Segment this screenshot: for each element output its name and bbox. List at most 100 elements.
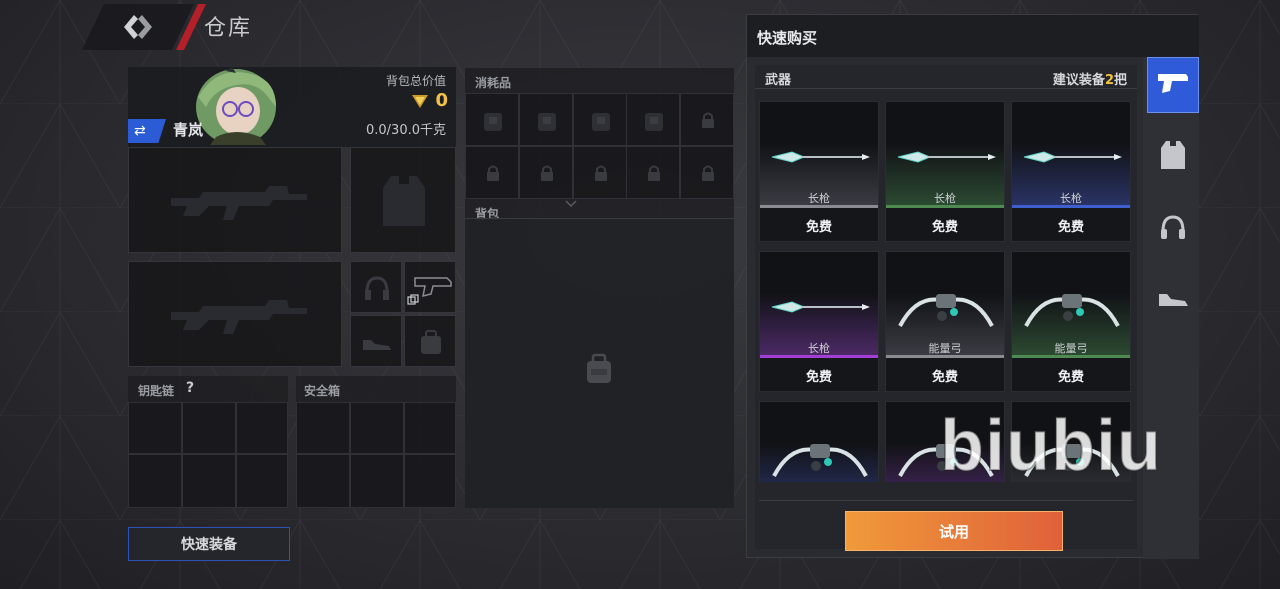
watermark-text: biubiu [939, 405, 1162, 487]
lock-icon [487, 165, 499, 181]
switch-character-button[interactable]: ⇄ [128, 119, 166, 143]
gold-gem-icon [412, 94, 429, 108]
safebox-title: 安全箱 [304, 384, 341, 398]
consumables-title: 消耗品 [475, 76, 512, 90]
keychain-cell[interactable] [236, 402, 288, 454]
consumable-cell[interactable] [465, 146, 519, 199]
safebox-cell[interactable] [350, 402, 404, 454]
item-name: 能量弓 [928, 342, 962, 355]
lock-icon [702, 165, 715, 181]
recommend-suffix: 把 [1113, 73, 1127, 88]
consumable-cell[interactable] [518, 146, 573, 199]
divider [759, 500, 1133, 501]
safebox-cell[interactable] [296, 402, 350, 454]
safebox-cell[interactable] [350, 454, 404, 508]
lock-icon [702, 112, 715, 128]
locked-backpack-icon [645, 113, 664, 131]
recommend-count: 2 [1104, 73, 1114, 88]
shoes-slot[interactable] [350, 315, 402, 367]
category-tab-shoe[interactable] [1147, 273, 1199, 329]
pistol-slot[interactable] [404, 261, 456, 313]
inventory-panel: 消耗品 背包 [465, 68, 735, 508]
item-name: 长枪 [934, 192, 956, 205]
consumable-cell[interactable] [680, 93, 735, 146]
consumable-cell[interactable] [680, 146, 735, 199]
headset-slot[interactable] [350, 261, 402, 313]
shop-item[interactable]: 长枪 免费 [759, 251, 879, 392]
locked-backpack-icon [591, 113, 610, 131]
item-name: 长枪 [1060, 192, 1082, 205]
spear-icon [771, 301, 870, 313]
expand-arrow-icon [565, 200, 577, 208]
safebox-cell[interactable] [296, 454, 350, 508]
shop-item[interactable]: 长枪 免费 [1011, 101, 1131, 242]
character-panel: ⇄ 青岚 背包总价值 0 0.0/30.0千克 [128, 67, 456, 147]
item-price: 免费 [805, 220, 832, 235]
page-title: 仓库 [204, 16, 253, 41]
keychain-cell[interactable] [182, 454, 236, 508]
consumable-cell[interactable] [626, 93, 681, 146]
keychain-title: 钥匙链 [138, 384, 175, 398]
keychain-cell[interactable] [182, 402, 236, 454]
back-button[interactable] [82, 4, 194, 50]
armor-slot[interactable] [350, 147, 456, 253]
shop-item[interactable]: 能量弓 免费 [885, 251, 1005, 392]
primary-weapon-slot[interactable] [128, 147, 342, 253]
character-name: 青岚 [173, 121, 204, 139]
shop-item[interactable]: 长枪 免费 [759, 101, 879, 242]
consumable-cell[interactable] [572, 93, 627, 146]
item-image [760, 402, 878, 482]
keychain-cell[interactable] [128, 454, 182, 508]
energy-bow-icon [898, 294, 994, 327]
locked-backpack-icon [484, 113, 502, 131]
safebox-cell[interactable] [404, 454, 456, 508]
locked-backpack-icon [537, 113, 556, 131]
headset-icon [1159, 214, 1187, 244]
headset-silhouette-icon [365, 276, 389, 300]
try-button[interactable]: 试用 [845, 511, 1063, 551]
shop-item[interactable]: 能量弓 免费 [1011, 251, 1131, 392]
backpack-value: 0 [411, 90, 448, 111]
backpack-area[interactable] [465, 218, 734, 508]
category-name: 武器 [765, 73, 792, 88]
vest-silhouette-icon [383, 176, 425, 226]
rifle-silhouette-icon [171, 186, 307, 220]
bag-slot[interactable] [404, 315, 456, 367]
category-tab-vest[interactable] [1147, 129, 1199, 185]
item-name: 长枪 [808, 342, 830, 355]
shop-item[interactable]: 长枪 免费 [885, 101, 1005, 242]
consumable-cell[interactable] [626, 146, 681, 199]
item-price: 免费 [805, 370, 832, 385]
shoe-silhouette-icon [363, 340, 391, 350]
category-tab-pistol[interactable] [1147, 57, 1199, 113]
consumable-cell[interactable] [572, 146, 627, 199]
keychain-panel: 钥匙链 ? [128, 376, 288, 508]
back-logo-icon [120, 11, 156, 43]
lock-icon [594, 165, 607, 181]
keychain-cell[interactable] [236, 454, 288, 508]
recommend-prefix: 建议装备 [1052, 73, 1105, 88]
backpack-value-number: 0 [435, 90, 448, 111]
keychain-help-icon[interactable]: ? [186, 380, 194, 396]
pistol-item-icon [414, 277, 452, 298]
shop-item[interactable] [759, 401, 879, 482]
keychain-cell[interactable] [128, 402, 182, 454]
rarity-bar [760, 205, 878, 208]
item-price: 免费 [1057, 220, 1084, 235]
energy-bow-icon [772, 444, 868, 477]
item-name: 长枪 [808, 192, 830, 205]
pistol-icon [1156, 71, 1190, 99]
quick-equip-button[interactable]: 快速装备 [128, 527, 290, 561]
consumable-cell[interactable] [518, 93, 573, 146]
secondary-weapon-slot[interactable] [128, 261, 342, 367]
spear-icon [1023, 151, 1122, 163]
safebox-cell[interactable] [404, 402, 456, 454]
category-tab-headset[interactable] [1147, 201, 1199, 257]
rarity-bar [886, 205, 1004, 208]
item-name: 能量弓 [1054, 342, 1088, 355]
consumable-cell[interactable] [465, 93, 519, 146]
category-row: 武器 建议装备2把 [755, 65, 1137, 89]
copy-icon [407, 294, 419, 305]
backpack-empty-icon [587, 353, 611, 383]
lock-icon [648, 165, 661, 181]
